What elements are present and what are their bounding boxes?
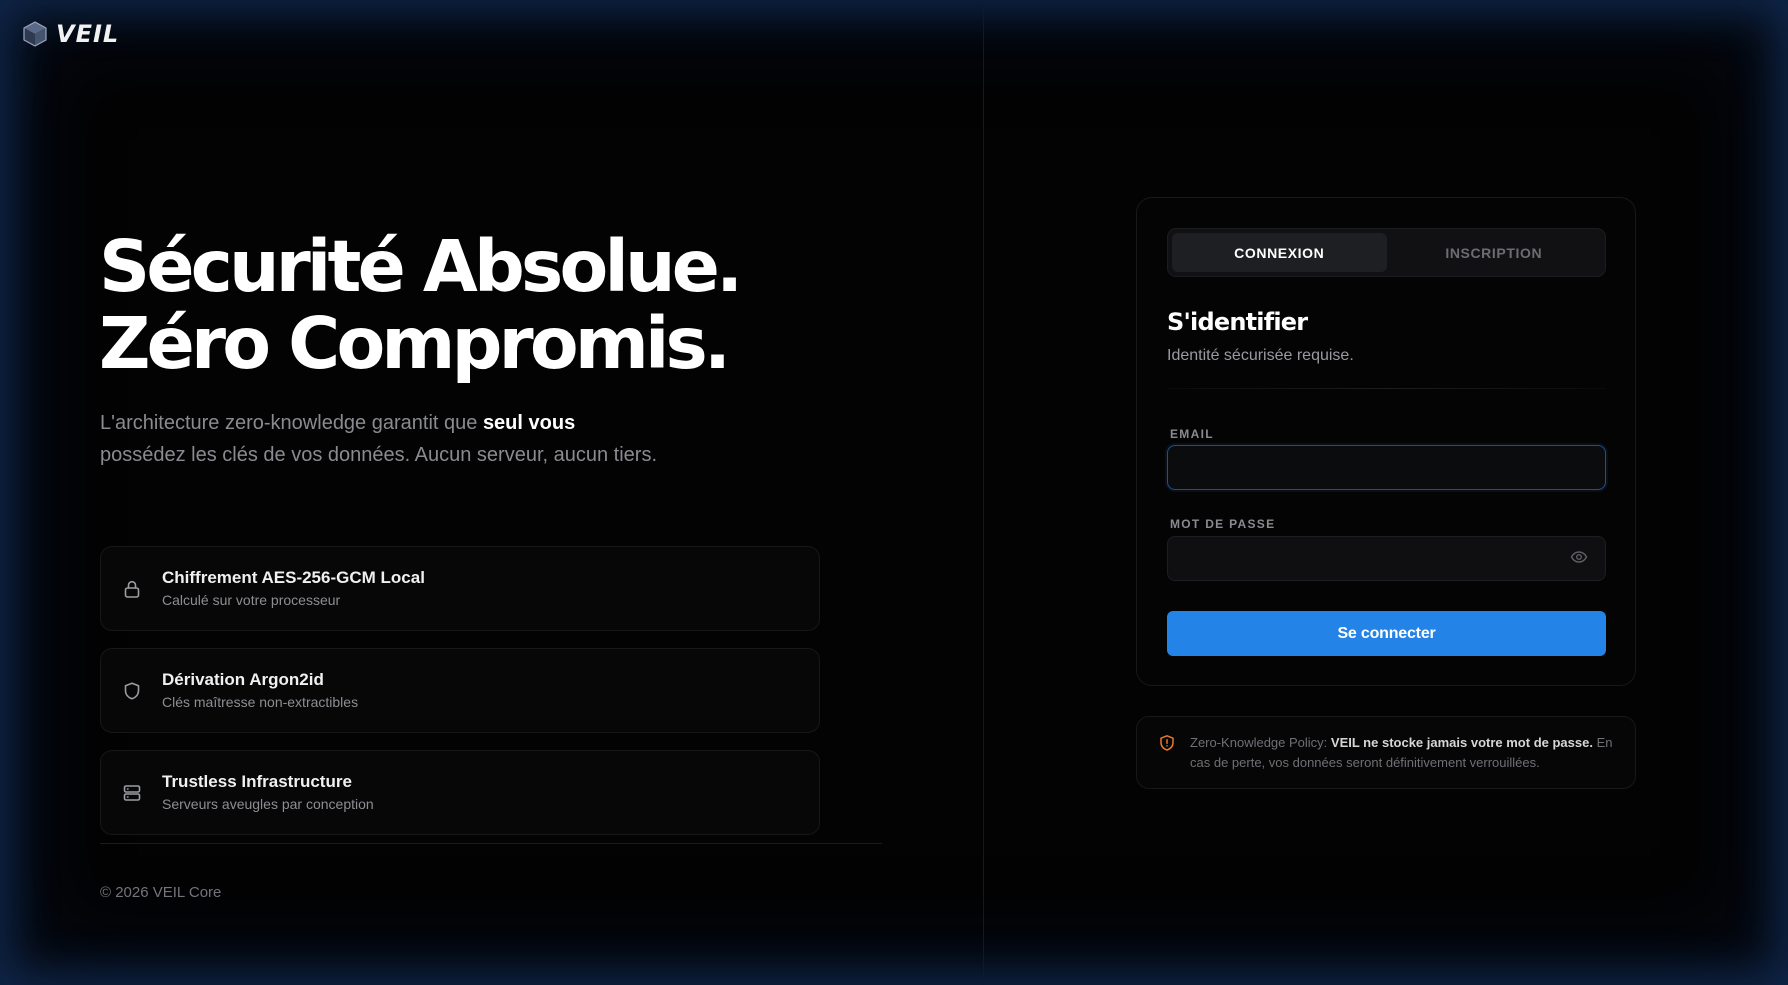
- brand-logo[interactable]: VEIL: [22, 20, 119, 48]
- auth-card: CONNEXION INSCRIPTION S'identifier Ident…: [1136, 197, 1636, 686]
- feature-title: Trustless Infrastructure: [162, 772, 352, 791]
- brand-name: VEIL: [56, 20, 120, 48]
- hero-subtitle-post: possédez les clés de vos données. Aucun …: [100, 444, 658, 466]
- feature-text: Trustless Infrastructure Serveurs aveugl…: [162, 771, 374, 814]
- tab-inscription[interactable]: INSCRIPTION: [1387, 233, 1602, 272]
- card-divider: [1167, 388, 1606, 389]
- policy-text: Zero-Knowledge Policy: VEIL ne stocke ja…: [1190, 733, 1620, 773]
- policy-notice: Zero-Knowledge Policy: VEIL ne stocke ja…: [1136, 716, 1636, 789]
- email-label: EMAIL: [1170, 427, 1214, 441]
- auth-tabs: CONNEXION INSCRIPTION: [1167, 228, 1606, 277]
- feature-card-infrastructure: Trustless Infrastructure Serveurs aveugl…: [100, 750, 820, 835]
- cube-icon: [23, 21, 47, 47]
- server-icon: [120, 781, 144, 805]
- footer-divider: [100, 843, 882, 844]
- password-label: MOT DE PASSE: [1170, 517, 1276, 531]
- panel-divider: [983, 0, 984, 985]
- feature-text: Dérivation Argon2id Clés maîtresse non-e…: [162, 669, 358, 712]
- hero-subtitle-pre: L'architecture zero-knowledge garantit q…: [100, 412, 483, 434]
- shield-icon: [120, 679, 144, 703]
- hero-title: Sécurité Absolue. Zéro Compromis.: [99, 225, 743, 385]
- login-button[interactable]: Se connecter: [1167, 611, 1606, 656]
- feature-text: Chiffrement AES-256-GCM Local Calculé su…: [162, 567, 425, 610]
- password-field[interactable]: [1167, 536, 1606, 581]
- shield-alert-icon: [1160, 735, 1174, 751]
- login-title: S'identifier: [1167, 308, 1308, 336]
- policy-prefix: Zero-Knowledge Policy:: [1190, 735, 1331, 750]
- eye-icon[interactable]: [1570, 548, 1588, 566]
- feature-list: Chiffrement AES-256-GCM Local Calculé su…: [100, 546, 820, 852]
- policy-emphasis: VEIL ne stocke jamais votre mot de passe…: [1330, 735, 1593, 750]
- feature-description: Clés maîtresse non-extractibles: [162, 694, 359, 710]
- copyright-text: © 2026 VEIL Core: [100, 884, 222, 901]
- feature-description: Serveurs aveugles par conception: [162, 796, 374, 812]
- hero-subtitle: L'architecture zero-knowledge garantit q…: [100, 407, 660, 471]
- hero-subtitle-emphasis: seul vous: [482, 412, 576, 434]
- hero-title-line-1: Sécurité Absolue.: [99, 225, 743, 308]
- tab-connexion[interactable]: CONNEXION: [1172, 233, 1387, 272]
- feature-card-derivation: Dérivation Argon2id Clés maîtresse non-e…: [100, 648, 820, 733]
- feature-card-encryption: Chiffrement AES-256-GCM Local Calculé su…: [100, 546, 820, 631]
- hero-title-line-2: Zéro Compromis.: [99, 302, 731, 385]
- feature-title: Chiffrement AES-256-GCM Local: [162, 568, 425, 587]
- feature-description: Calculé sur votre processeur: [162, 592, 341, 608]
- login-subtitle: Identité sécurisée requise.: [1167, 347, 1354, 364]
- lock-icon: [120, 577, 144, 601]
- email-field[interactable]: [1167, 445, 1606, 490]
- feature-title: Dérivation Argon2id: [162, 670, 324, 689]
